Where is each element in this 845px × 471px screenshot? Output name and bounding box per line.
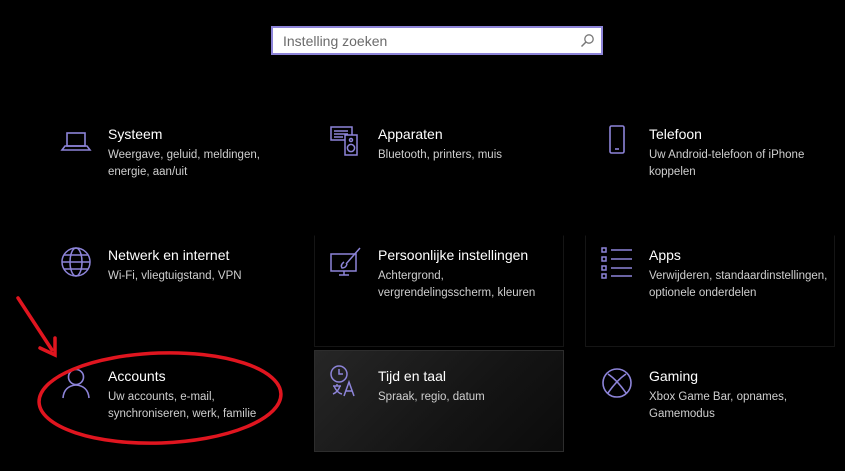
- time-language-icon: [329, 364, 363, 398]
- tile-systeem[interactable]: Systeem Weergave, geluid, meldingen, ene…: [44, 114, 294, 226]
- search-icon[interactable]: [579, 33, 595, 49]
- tile-title: Gaming: [649, 368, 699, 384]
- tile-description: Weergave, geluid, meldingen, energie, aa…: [108, 149, 260, 178]
- tile-accounts[interactable]: Accounts Uw accounts, e-mail, synchronis…: [44, 356, 294, 468]
- devices-icon: [329, 124, 363, 158]
- tile-description: Bluetooth, printers, muis: [378, 149, 503, 161]
- tile-description: Uw accounts, e-mail, synchroniseren, wer…: [108, 391, 257, 420]
- tile-description: Spraak, regio, datum: [378, 391, 485, 403]
- tile-description: Uw Android-telefoon of iPhone koppelen: [649, 149, 805, 178]
- tile-apparaten[interactable]: Apparaten Bluetooth, printers, muis: [314, 114, 564, 226]
- tile-persoonlijke-instellingen[interactable]: Persoonlijke instellingen Achtergrond, v…: [314, 235, 564, 347]
- tile-telefoon[interactable]: Telefoon Uw Android-telefoon of iPhone k…: [585, 114, 835, 226]
- tile-title: Apps: [649, 247, 681, 263]
- laptop-icon: [59, 124, 93, 158]
- tile-tijd-en-taal[interactable]: Tijd en taal Spraak, regio, datum: [314, 350, 564, 452]
- personalization-icon: [329, 245, 363, 279]
- tile-gaming[interactable]: Gaming Xbox Game Bar, opnames, Gamemodus: [585, 356, 835, 468]
- settings-search-box[interactable]: [271, 26, 603, 55]
- phone-icon: [600, 124, 634, 158]
- tile-title: Persoonlijke instellingen: [378, 247, 529, 263]
- apps-list-icon: [600, 245, 634, 279]
- tile-title: Netwerk en internet: [108, 247, 230, 263]
- tile-description: Achtergrond, vergrendelingsscherm, kleur…: [378, 270, 536, 299]
- tile-apps[interactable]: Apps Verwijderen, standaardinstellingen,…: [585, 235, 835, 347]
- globe-icon: [59, 245, 93, 279]
- xbox-icon: [600, 366, 634, 400]
- tile-description: Xbox Game Bar, opnames, Gamemodus: [649, 391, 788, 420]
- person-icon: [59, 366, 93, 400]
- tile-title: Systeem: [108, 126, 163, 142]
- tile-title: Tijd en taal: [378, 368, 446, 384]
- tile-title: Telefoon: [649, 126, 702, 142]
- tile-title: Apparaten: [378, 126, 443, 142]
- search-input[interactable]: [273, 28, 573, 53]
- tile-netwerk[interactable]: Netwerk en internet Wi-Fi, vliegtuigstan…: [44, 235, 294, 347]
- tile-title: Accounts: [108, 368, 166, 384]
- tile-description: Wi-Fi, vliegtuigstand, VPN: [108, 270, 242, 282]
- tile-description: Verwijderen, standaardinstellingen, opti…: [649, 270, 828, 299]
